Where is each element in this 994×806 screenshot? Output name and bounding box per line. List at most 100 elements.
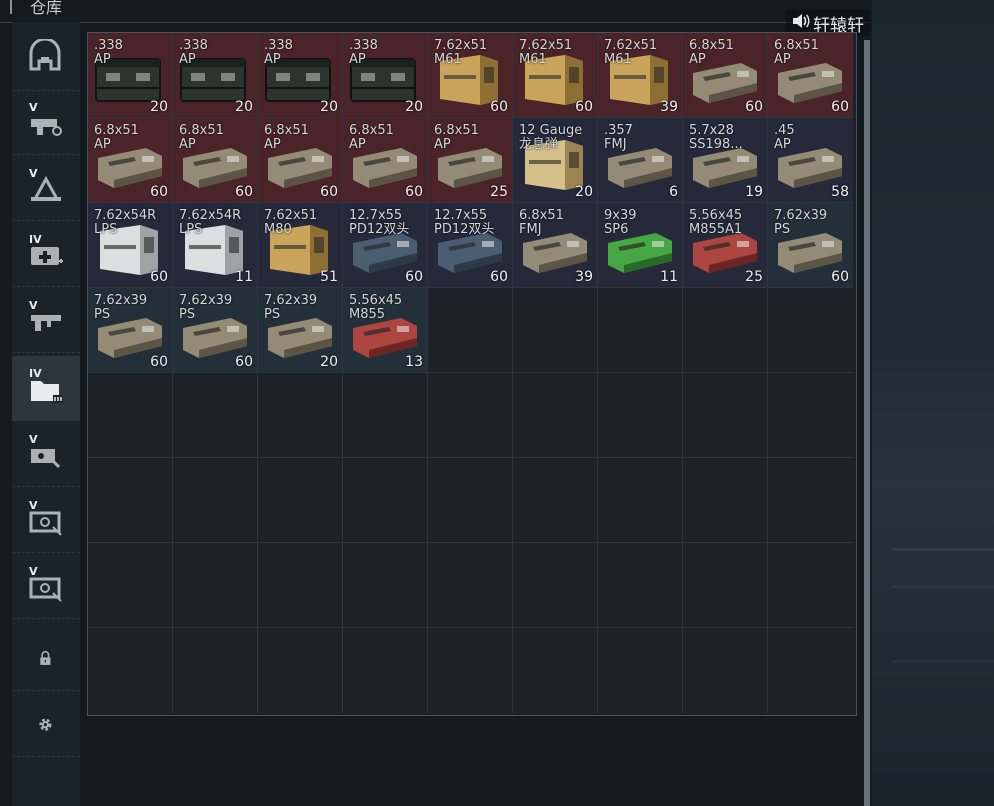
inventory-item[interactable]: .338 AP 20 <box>173 33 258 118</box>
empty-slot[interactable] <box>683 373 768 458</box>
empty-slot[interactable] <box>768 628 853 713</box>
inventory-item[interactable]: .357 FMJ 6 <box>598 118 683 203</box>
sidebar-item-tier5-armor[interactable]: V <box>12 156 80 221</box>
empty-slot[interactable] <box>88 458 173 543</box>
empty-slot[interactable] <box>258 543 343 628</box>
inventory-item[interactable]: 7.62x54R LPS 60 <box>88 203 173 288</box>
empty-slot[interactable] <box>428 458 513 543</box>
inventory-item[interactable]: 5.56x45 M855A1 25 <box>683 203 768 288</box>
empty-slot[interactable] <box>768 543 853 628</box>
empty-slot[interactable] <box>683 628 768 713</box>
inventory-item[interactable]: 7.62x51 M61 60 <box>428 33 513 118</box>
empty-slot[interactable] <box>598 288 683 373</box>
sidebar-item-tier5-weapon[interactable]: V <box>12 90 80 155</box>
inventory-item[interactable]: 6.8x51 AP 25 <box>428 118 513 203</box>
inventory-item[interactable]: 7.62x51 M61 39 <box>598 33 683 118</box>
empty-slot[interactable] <box>258 458 343 543</box>
inventory-item[interactable]: 12.7x55 PD12双头 60 <box>428 203 513 288</box>
empty-slot[interactable] <box>513 458 598 543</box>
tier5-gun-icon: V <box>27 299 65 339</box>
inventory-item[interactable]: .338 AP 20 <box>258 33 343 118</box>
item-type: M61 <box>604 52 632 67</box>
empty-slot[interactable] <box>598 373 683 458</box>
inventory-item[interactable]: 6.8x51 AP 60 <box>343 118 428 203</box>
inventory-item[interactable]: 7.62x51 M80 51 <box>258 203 343 288</box>
sidebar-item-vault[interactable] <box>12 26 80 91</box>
empty-slot[interactable] <box>173 628 258 713</box>
sidebar-item-tier4-medical[interactable]: IV <box>12 222 80 287</box>
inventory-item[interactable]: .338 AP 20 <box>88 33 173 118</box>
item-quantity: 11 <box>660 269 678 285</box>
inventory-item[interactable]: 6.8x51 AP 60 <box>768 33 853 118</box>
tier-label: V <box>29 433 38 446</box>
item-type: AP <box>264 137 281 152</box>
empty-slot[interactable] <box>428 628 513 713</box>
sidebar-item-lock[interactable] <box>12 626 80 691</box>
empty-slot[interactable] <box>513 288 598 373</box>
empty-slot[interactable] <box>683 458 768 543</box>
empty-slot[interactable] <box>598 458 683 543</box>
empty-slot[interactable] <box>513 628 598 713</box>
item-quantity: 60 <box>490 99 508 115</box>
empty-slot[interactable] <box>513 543 598 628</box>
inventory-item[interactable]: 7.62x39 PS 60 <box>173 288 258 373</box>
item-type: M61 <box>519 52 547 67</box>
empty-slot[interactable] <box>173 543 258 628</box>
inventory-item[interactable]: 9x39 SP6 11 <box>598 203 683 288</box>
inventory-item[interactable]: 6.8x51 AP 60 <box>173 118 258 203</box>
sidebar-item-tier5-gear[interactable]: V <box>12 422 80 487</box>
inventory-item[interactable]: .45 AP 58 <box>768 118 853 203</box>
sidebar-item-tier5-gun[interactable]: V <box>12 288 80 353</box>
empty-slot[interactable] <box>258 628 343 713</box>
inventory-item[interactable]: 7.62x39 PS 20 <box>258 288 343 373</box>
inventory-item[interactable]: 7.62x39 PS 60 <box>768 203 853 288</box>
item-quantity: 19 <box>745 184 763 200</box>
empty-slot[interactable] <box>428 543 513 628</box>
inventory-grid: .338 AP 20.338 AP 20.338 AP 20.338 AP 20 7.62x51 M… <box>87 32 857 716</box>
tier-label: IV <box>29 233 42 246</box>
sidebar-item-gear[interactable] <box>12 692 80 757</box>
empty-slot[interactable] <box>428 373 513 458</box>
inventory-item[interactable]: 12.7x55 PD12双头 60 <box>343 203 428 288</box>
inventory-item[interactable]: 7.62x39 PS 60 <box>88 288 173 373</box>
empty-slot[interactable] <box>768 373 853 458</box>
inventory-item[interactable]: 6.8x51 AP 60 <box>683 33 768 118</box>
empty-slot[interactable] <box>513 373 598 458</box>
empty-slot[interactable] <box>343 543 428 628</box>
inventory-item[interactable]: 7.62x54R LPS 11 <box>173 203 258 288</box>
sidebar-item-tier4-folder[interactable]: IV <box>12 356 80 421</box>
inventory-item[interactable]: 5.56x45 M855 13 <box>343 288 428 373</box>
inventory-item[interactable]: 7.62x51 M61 60 <box>513 33 598 118</box>
item-caliber: .357 <box>604 123 633 138</box>
tier-label: V <box>29 167 38 180</box>
empty-slot[interactable] <box>173 373 258 458</box>
inventory-item[interactable]: 5.7x28 SS198... 19 <box>683 118 768 203</box>
empty-slot[interactable] <box>768 288 853 373</box>
empty-slot[interactable] <box>428 288 513 373</box>
empty-slot[interactable] <box>88 628 173 713</box>
empty-slot[interactable] <box>683 288 768 373</box>
empty-slot[interactable] <box>768 458 853 543</box>
scrollbar[interactable] <box>864 40 870 806</box>
empty-slot[interactable] <box>343 373 428 458</box>
empty-slot[interactable] <box>343 628 428 713</box>
empty-slot[interactable] <box>598 628 683 713</box>
empty-slot[interactable] <box>88 373 173 458</box>
item-quantity: 6 <box>669 184 678 200</box>
empty-slot[interactable] <box>343 458 428 543</box>
item-type: PS <box>179 307 196 322</box>
empty-slot[interactable] <box>88 543 173 628</box>
tier-label: V <box>29 101 38 114</box>
inventory-item[interactable]: 6.8x51 AP 60 <box>88 118 173 203</box>
sidebar-item-tier5-case[interactable]: V <box>12 488 80 553</box>
inventory-item[interactable]: 6.8x51 FMJ 39 <box>513 203 598 288</box>
sidebar-item-tier5-case2[interactable]: V <box>12 554 80 619</box>
inventory-item[interactable]: 6.8x51 AP 60 <box>258 118 343 203</box>
empty-slot[interactable] <box>173 458 258 543</box>
inventory-item[interactable]: .338 AP 20 <box>343 33 428 118</box>
item-quantity: 60 <box>831 269 849 285</box>
empty-slot[interactable] <box>598 543 683 628</box>
empty-slot[interactable] <box>258 373 343 458</box>
empty-slot[interactable] <box>683 543 768 628</box>
inventory-item[interactable]: 12 Gauge 龙息弹 20 <box>513 118 598 203</box>
